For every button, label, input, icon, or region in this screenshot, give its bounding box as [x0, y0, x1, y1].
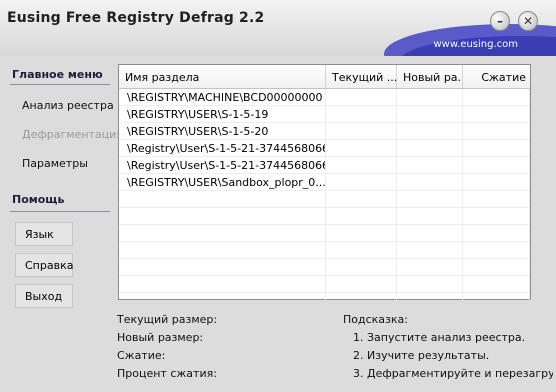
empty-row [119, 191, 530, 208]
cell-compression [463, 89, 530, 105]
column-header-current[interactable]: Текущий ... [326, 65, 397, 88]
cell-compression [463, 157, 530, 173]
help-button[interactable]: Справка [15, 253, 73, 277]
exit-button[interactable]: Выход [15, 284, 73, 308]
empty-row [119, 242, 530, 259]
table-row[interactable]: \Registry\User\S-1-5-21-3744568066-2... [119, 140, 530, 157]
cell-new [397, 89, 463, 105]
title-bar: Eusing Free Registry Defrag 2.2 www.eusi… [0, 0, 556, 56]
column-header-name[interactable]: Имя раздела [119, 65, 326, 88]
table-row[interactable]: \REGISTRY\MACHINE\BCD00000000 [119, 89, 530, 106]
website-link[interactable]: www.eusing.com [434, 39, 519, 50]
main-menu-title: Главное меню [12, 68, 103, 81]
cell-new [397, 106, 463, 122]
empty-row [119, 276, 530, 293]
cell-compression [463, 106, 530, 122]
table-row[interactable]: \REGISTRY\USER\S-1-5-20 [119, 123, 530, 140]
help-divider [10, 211, 110, 212]
hint-step-3: 3. Дефрагментируйте и перезагрузите [353, 367, 553, 380]
cell-compression [463, 123, 530, 139]
registry-list[interactable]: Имя раздела Текущий ... Новый ра... Сжат… [118, 64, 531, 300]
cell-compression [463, 174, 530, 190]
cell-new [397, 174, 463, 190]
empty-row [119, 225, 530, 242]
cell-name: \REGISTRY\USER\S-1-5-20 [119, 123, 326, 139]
cell-name: \Registry\User\S-1-5-21-3744568066-2... [119, 157, 326, 173]
column-header-new[interactable]: Новый ра... [397, 65, 463, 88]
list-header: Имя раздела Текущий ... Новый ра... Сжат… [119, 65, 530, 89]
cell-current [326, 157, 397, 173]
table-row[interactable]: \REGISTRY\USER\Sandbox_plopr_0... [119, 174, 530, 191]
percent-label: Процент сжатия: [117, 367, 217, 380]
cell-current [326, 140, 397, 156]
minimize-icon: – [497, 14, 503, 28]
cell-new [397, 157, 463, 173]
hint-title: Подсказка: [343, 313, 408, 326]
cell-current [326, 89, 397, 105]
window-title: Eusing Free Registry Defrag 2.2 [7, 10, 265, 26]
cell-current [326, 123, 397, 139]
cell-new [397, 140, 463, 156]
cell-current [326, 174, 397, 190]
cell-compression [463, 140, 530, 156]
hint-step-1: 1. Запустите анализ реестра. [353, 331, 526, 344]
new-size-label: Новый размер: [117, 331, 204, 344]
empty-row [119, 259, 530, 276]
sidebar-item-settings[interactable]: Параметры [22, 157, 88, 170]
minimize-button[interactable]: – [490, 11, 510, 31]
list-body: \REGISTRY\MACHINE\BCD00000000 \REGISTRY\… [119, 89, 530, 300]
sidebar-item-analyze[interactable]: Анализ реестра [22, 99, 114, 112]
table-row[interactable]: \REGISTRY\USER\S-1-5-19 [119, 106, 530, 123]
close-icon: ✕ [522, 14, 534, 28]
hint-step-2: 2. Изучите результаты. [353, 349, 490, 362]
help-title: Помощь [12, 193, 65, 206]
sidebar-item-defrag[interactable]: Дефрагментация [22, 128, 123, 141]
cell-name: \Registry\User\S-1-5-21-3744568066-2... [119, 140, 326, 156]
table-row[interactable]: \Registry\User\S-1-5-21-3744568066-2... [119, 157, 530, 174]
cell-name: \REGISTRY\MACHINE\BCD00000000 [119, 89, 326, 105]
current-size-label: Текущий размер: [117, 313, 218, 326]
cell-current [326, 106, 397, 122]
cell-name: \REGISTRY\USER\S-1-5-19 [119, 106, 326, 122]
cell-new [397, 123, 463, 139]
column-header-compression[interactable]: Сжатие [463, 65, 530, 88]
sidebar: Главное меню Анализ реестра Дефрагментац… [0, 56, 123, 392]
language-button[interactable]: Язык [15, 222, 73, 246]
close-button[interactable]: ✕ [518, 11, 538, 31]
empty-row [119, 208, 530, 225]
main-menu-divider [10, 84, 110, 85]
empty-row [119, 293, 530, 300]
compression-label: Сжатие: [117, 349, 166, 362]
cell-name: \REGISTRY\USER\Sandbox_plopr_0... [119, 174, 326, 190]
